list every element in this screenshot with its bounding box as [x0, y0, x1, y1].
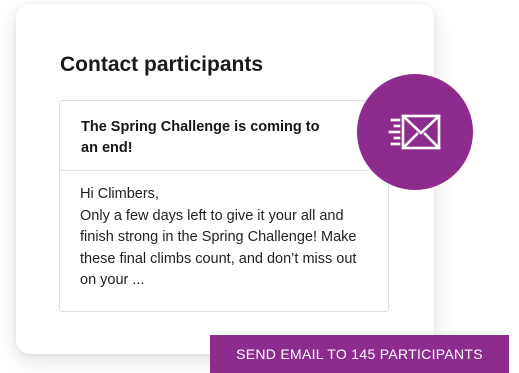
message-body: Hi Climbers, Only a few days left to giv… [60, 171, 388, 292]
stage: Contact participants The Spring Challeng… [0, 0, 519, 373]
message-greeting: Hi Climbers, [80, 186, 159, 202]
panel-title: Contact participants [60, 53, 264, 76]
message-subject: The Spring Challenge is coming to an end… [60, 101, 388, 171]
send-email-button[interactable]: SEND EMAIL TO 145 PARTICIPANTS [210, 335, 509, 373]
message-text: Only a few days left to give it your all… [80, 207, 357, 289]
email-badge [357, 74, 473, 190]
email-send-icon [388, 114, 441, 150]
message-preview[interactable]: The Spring Challenge is coming to an end… [59, 100, 389, 312]
